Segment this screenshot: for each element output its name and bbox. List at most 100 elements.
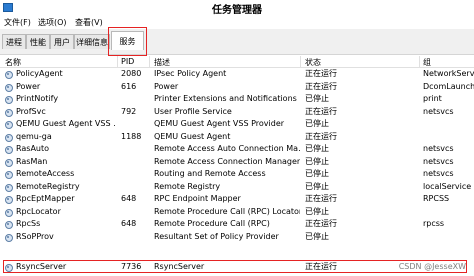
table-row[interactable]: PrintNotify Printer Extensions and Notif… [0,93,474,105]
cell-status: 已停止 [305,94,329,103]
tab-strip: 进程 性能 用户 详细信息 服务 [0,29,474,55]
cell-description: Power [154,81,179,91]
table-row[interactable]: RSoPProv Resultant Set of Policy Provide… [0,231,474,243]
table-row[interactable]: RasAuto Remote Access Auto Connection Ma… [0,143,474,155]
cell-group: print [423,94,442,103]
cell-description: Routing and Remote Access [154,169,266,178]
cell-name: RpcLocator [16,206,61,216]
cell-name: RemoteAccess [16,169,75,178]
menu-file[interactable]: 文件(F) [4,17,31,28]
service-icon [4,170,13,179]
table-row[interactable]: Power 616 Power 正在运行 DcomLaunch [0,81,474,93]
table-row[interactable]: RemoteAccess Routing and Remote Access 已… [0,168,474,180]
cell-status: 正在运行 [305,131,337,141]
table-row[interactable]: RpcSs 648 Remote Procedure Call (RPC) 正在… [0,218,474,230]
tab-processes[interactable]: 进程 [2,34,26,49]
cell-description: Remote Access Connection Manager [154,156,300,166]
cell-group: rpcss [423,219,445,228]
service-icon [4,133,13,142]
cell-name: Power [16,81,41,91]
cell-pid: 648 [121,219,137,228]
table-row[interactable]: RpcEptMapper 648 RPC Endpoint Mapper 正在运… [0,193,474,205]
cell-group: netsvcs [423,144,454,153]
watermark-text: CSDN @JesseXW [398,262,466,271]
cell-description: QEMU Guest Agent VSS Provider [154,119,285,128]
cell-status: 已停止 [305,119,329,128]
menu-view[interactable]: 查看(V) [75,17,103,28]
table-row[interactable]: RemoteRegistry Remote Registry 已停止 local… [0,181,474,193]
cell-description: User Profile Service [154,106,232,116]
cell-status: 已停止 [305,206,329,216]
cell-status: 已停止 [305,169,329,178]
cell-description: RPC Endpoint Mapper [154,194,241,203]
cell-group: NetworkServi [423,69,474,78]
column-name[interactable]: 名称 [5,57,21,68]
service-icon [4,145,13,154]
cell-status: 已停止 [305,144,329,153]
service-icon [4,158,13,167]
service-icon [4,120,13,129]
cell-name: RasAuto [16,144,50,153]
cell-description: Resultant Set of Policy Provider [154,231,279,241]
service-icon [4,220,13,229]
cell-group: RPCSS [423,194,450,203]
cell-status: 正在运行 [305,219,337,228]
cell-status: 正在运行 [305,106,337,116]
window-title: 任务管理器 [212,5,262,16]
cell-status: 已停止 [305,231,329,241]
cell-status: 已停止 [305,156,329,166]
services-list: PolicyAgent 2080 IPsec Policy Agent 正在运行… [0,68,474,276]
column-header: 名称 PID 描述 状态 组 [0,56,474,68]
service-icon [4,108,13,117]
tab-performance[interactable]: 性能 [26,34,50,49]
service-icon [4,183,13,192]
cell-group: DcomLaunch [423,81,474,91]
service-icon [4,83,13,92]
column-pid[interactable]: PID [121,57,134,66]
cell-description: Remote Registry [154,181,221,191]
tab-highlight-box [108,27,147,56]
cell-description: IPsec Policy Agent [154,69,227,78]
service-icon [4,233,13,242]
cell-name: QEMU Guest Agent VSS ... [16,119,116,128]
title-bar: 任务管理器 [0,0,474,16]
cell-description: QEMU Guest Agent [154,131,231,141]
cell-pid: 616 [121,81,137,91]
service-icon [4,70,13,79]
tab-details[interactable]: 详细信息 [74,34,110,49]
cell-name: ProfSvc [16,106,46,116]
column-group[interactable]: 组 [423,57,431,68]
cell-group: netsvcs [423,106,454,116]
table-row[interactable]: qemu-ga 1188 QEMU Guest Agent 正在运行 [0,131,474,143]
cell-pid: 2080 [121,69,142,78]
cell-description: Remote Procedure Call (RPC) [154,219,270,228]
cell-name: RemoteRegistry [16,181,80,191]
cell-pid: 648 [121,194,137,203]
cell-group: netsvcs [423,156,454,166]
table-row[interactable]: ProfSvc 792 User Profile Service 正在运行 ne… [0,106,474,118]
menu-options[interactable]: 选项(O) [38,17,67,28]
cell-group: netsvcs [423,169,454,178]
menu-bar: 文件(F) 选项(O) 查看(V) [0,15,474,29]
tab-users[interactable]: 用户 [50,34,74,49]
cell-name: RpcEptMapper [16,194,75,203]
table-row[interactable]: PolicyAgent 2080 IPsec Policy Agent 正在运行… [0,68,474,80]
service-icon [4,95,13,104]
cell-group: localService [423,181,472,191]
column-status[interactable]: 状态 [305,57,321,68]
cell-description: Printer Extensions and Notifications [154,94,297,103]
cell-name: RpcSs [16,219,41,228]
cell-description: Remote Procedure Call (RPC) Locator [154,206,300,216]
cell-pid: 1188 [121,131,142,141]
cell-description: Remote Access Auto Connection Ma... [154,144,300,153]
column-description[interactable]: 描述 [154,57,170,68]
cell-status: 正在运行 [305,194,337,203]
cell-name: PolicyAgent [16,69,63,78]
table-row[interactable]: RpcLocator Remote Procedure Call (RPC) L… [0,206,474,218]
cell-status: 正在运行 [305,81,337,91]
cell-name: qemu-ga [16,131,52,141]
row-highlight-box [3,260,467,273]
table-row[interactable]: RasMan Remote Access Connection Manager … [0,156,474,168]
cell-status: 正在运行 [305,69,337,78]
table-row[interactable]: QEMU Guest Agent VSS ... QEMU Guest Agen… [0,118,474,130]
